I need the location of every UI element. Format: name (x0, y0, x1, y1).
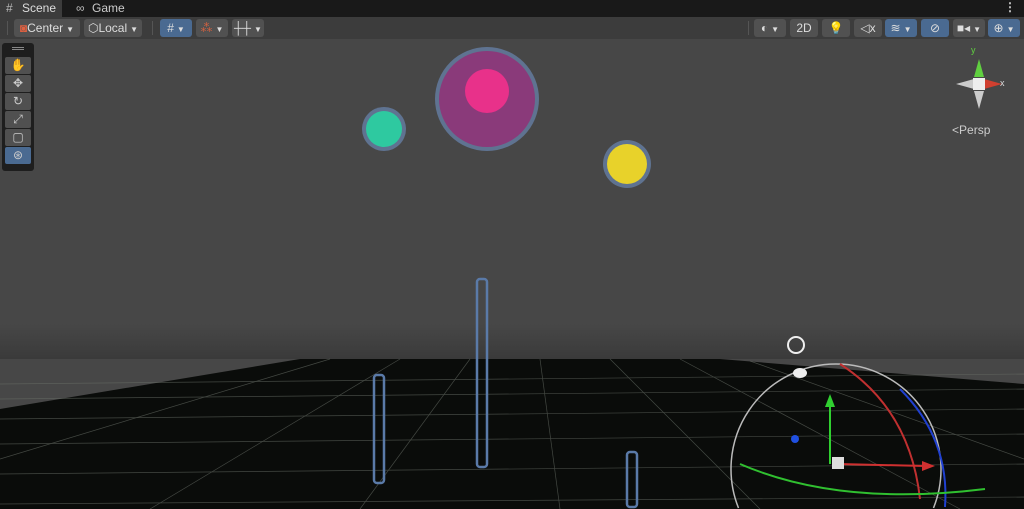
shading-sphere-icon: ◐ (760, 21, 769, 35)
gizmo-sphere-icon: ⊕ (993, 21, 1004, 35)
eye-slash-icon: ⊘ (929, 21, 941, 35)
tab-bar: # Scene ∞ Game ⋮ (0, 0, 1024, 17)
rotate-tool-button[interactable]: ↻ (5, 93, 31, 110)
tools-overlay: ✋ ✥ ↻ ⤢ ▢ ⊛ (2, 43, 34, 171)
projection-toggle[interactable]: <Persp (952, 123, 990, 137)
move-tool-button[interactable]: ✥ (5, 75, 31, 92)
audio-toggle[interactable]: ◁x (854, 19, 882, 37)
move-arrows-icon: ✥ (12, 76, 24, 90)
lightbulb-icon: 💡 (828, 21, 844, 35)
camera-dropdown[interactable]: ■◂ ▼ (953, 19, 985, 37)
tab-scene[interactable]: # Scene (0, 0, 62, 17)
camera-icon: ■◂ (956, 21, 971, 35)
tab-game[interactable]: ∞ Game (70, 0, 130, 17)
lighting-toggle[interactable]: 💡 (822, 19, 850, 37)
pivot-center-dropdown[interactable]: ◙Center ▼ (14, 19, 80, 37)
grid-hash-icon: # (6, 1, 13, 15)
firework-yellow (603, 140, 651, 188)
effects-dropdown[interactable]: ≋ ▼ (885, 19, 917, 37)
draw-mode-dropdown[interactable]: ◐ ▼ (754, 19, 786, 37)
rect-icon: ▢ (12, 130, 24, 144)
hand-icon: ✋ (10, 58, 26, 72)
transform-icon: ⊛ (12, 148, 24, 162)
cube-icon: ⬡ (87, 21, 99, 35)
effects-icon: ≋ (890, 21, 901, 35)
grid-snap-icon: # (167, 21, 174, 35)
firework-teal (362, 107, 406, 151)
snap-settings-dropdown[interactable]: ┼┼ ▼ (232, 19, 264, 37)
space-local-dropdown[interactable]: ⬡Local ▼ (84, 19, 142, 37)
scale-icon: ⤢ (13, 112, 23, 126)
scene-render (0, 39, 1024, 509)
rect-tool-button[interactable]: ▢ (5, 129, 31, 146)
toggle-2d-button[interactable]: 2D (790, 19, 818, 37)
snap-magnet-icon: ⁂ (200, 21, 213, 35)
transform-tool-button[interactable]: ⊛ (5, 147, 31, 164)
hidden-objects-toggle[interactable]: ⊘ (921, 19, 949, 37)
firework-pink (435, 47, 539, 151)
rotate-icon: ↻ (12, 94, 24, 108)
orientation-gizmo[interactable]: y x (944, 45, 1014, 117)
grid-snap-toggle[interactable]: # ▼ (160, 19, 192, 37)
speaker-icon: ◁x (860, 21, 876, 35)
more-menu-icon[interactable]: ⋮ (1004, 0, 1016, 14)
increment-snap-toggle[interactable]: ⁂ ▼ (196, 19, 228, 37)
scale-tool-button[interactable]: ⤢ (5, 111, 31, 128)
scene-viewport[interactable]: ✋ ✥ ↻ ⤢ ▢ ⊛ y x <Persp (0, 39, 1024, 509)
gamepad-icon: ∞ (76, 1, 85, 15)
hand-tool-button[interactable]: ✋ (5, 57, 31, 74)
gizmos-dropdown[interactable]: ⊕ ▼ (988, 19, 1020, 37)
scene-toolbar: ◙Center ▼ ⬡Local ▼ # ▼ ⁂ ▼ ┼┼ ▼ ◐ ▼ 2D 💡 ◁x ≋ ▼… (0, 17, 1024, 39)
ruler-icon: ┼┼ (234, 21, 252, 35)
